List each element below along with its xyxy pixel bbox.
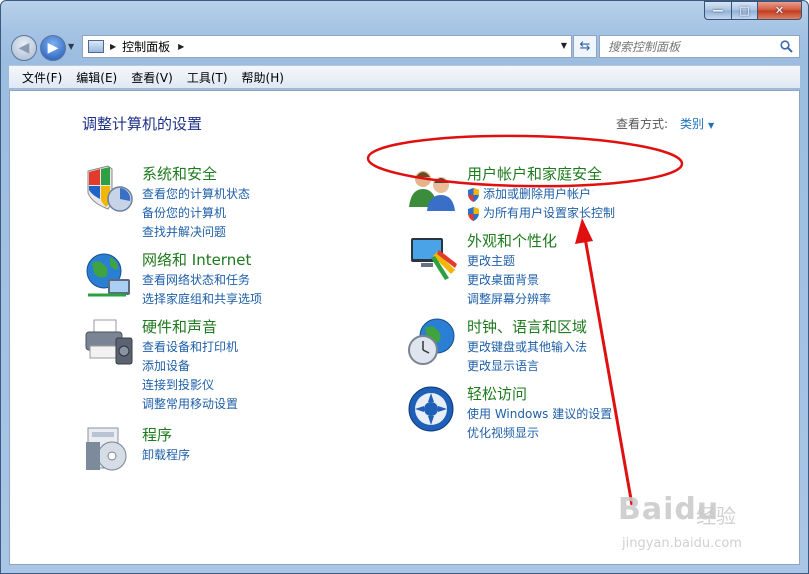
back-arrow-icon: ◀: [18, 40, 30, 56]
search-icon[interactable]: [780, 40, 793, 53]
link-change-desktop-background[interactable]: 更改桌面背景: [467, 271, 551, 290]
watermark-text: 经验: [696, 504, 736, 528]
control-panel-window: — □ ✕ ◀ ▶ ▼ ▶ 控制面板 ▶ ▼ ⇆ 文件(F) 编辑(E) 查看(…: [0, 0, 809, 574]
link-change-input-method[interactable]: 更改键盘或其他输入法: [467, 338, 587, 357]
address-dropdown-icon[interactable]: ▼: [561, 41, 567, 50]
network-icon[interactable]: [82, 249, 134, 301]
breadcrumb-separator-icon[interactable]: ▶: [110, 42, 116, 51]
appearance-icon[interactable]: [407, 230, 459, 282]
users-icon[interactable]: [407, 163, 459, 215]
refresh-icon: ⇆: [579, 39, 591, 54]
link-connect-projector[interactable]: 连接到投影仪: [142, 376, 238, 395]
category-title-system-security[interactable]: 系统和安全: [142, 163, 217, 184]
programs-icon[interactable]: [82, 424, 134, 476]
category-title-programs[interactable]: 程序: [142, 424, 172, 445]
menu-tools[interactable]: 工具(T): [180, 69, 235, 86]
menu-help[interactable]: 帮助(H): [235, 69, 291, 86]
category-title-ease-of-access[interactable]: 轻松访问: [467, 383, 527, 404]
link-add-remove-accounts-label[interactable]: 添加或删除用户帐户: [483, 187, 591, 201]
printer-icon[interactable]: [82, 316, 134, 368]
link-troubleshoot[interactable]: 查找并解决问题: [142, 223, 250, 242]
control-panel-icon: [88, 40, 104, 53]
forward-button[interactable]: ▶: [40, 35, 66, 61]
forward-arrow-icon: ▶: [47, 40, 59, 56]
link-devices-printers[interactable]: 查看设备和打印机: [142, 338, 238, 357]
category-title-appearance[interactable]: 外观和个性化: [467, 230, 557, 251]
baidu-watermark: Baidu 经验 jingyan.baidu.com: [618, 492, 768, 562]
menu-bar: 文件(F) 编辑(E) 查看(V) 工具(T) 帮助(H): [9, 65, 800, 89]
category-links: 添加或删除用户帐户 为所有用户设置家长控制: [467, 185, 615, 223]
navigation-row: ◀ ▶ ▼ ▶ 控制面板 ▶ ▼ ⇆: [9, 32, 800, 62]
category-clock-language-region: 时钟、语言和区域 更改键盘或其他输入法 更改显示语言: [407, 316, 667, 376]
view-by-label: 查看方式:: [616, 117, 669, 131]
view-by-value[interactable]: 类别: [680, 117, 704, 131]
system-security-icon[interactable]: [82, 163, 134, 215]
category-ease-of-access: 轻松访问 使用 Windows 建议的设置 优化视频显示: [407, 383, 667, 443]
menu-file[interactable]: 文件(F): [15, 69, 69, 86]
clock-globe-icon[interactable]: [407, 316, 459, 368]
minimize-button[interactable]: —: [704, 1, 731, 20]
category-system-security: 系统和安全 查看您的计算机状态 备份您的计算机 查找并解决问题: [82, 163, 342, 243]
link-network-status[interactable]: 查看网络状态和任务: [142, 271, 262, 290]
search-input[interactable]: [608, 39, 768, 54]
category-title-hardware-sound[interactable]: 硬件和声音: [142, 316, 217, 337]
refresh-button[interactable]: ⇆: [573, 35, 597, 58]
link-homegroup-sharing[interactable]: 选择家庭组和共享选项: [142, 290, 262, 309]
link-adjust-resolution[interactable]: 调整屏幕分辨率: [467, 290, 551, 309]
link-parental-controls-label[interactable]: 为所有用户设置家长控制: [483, 206, 615, 220]
menu-view[interactable]: 查看(V): [124, 69, 180, 86]
uac-shield-icon: [468, 207, 479, 221]
category-links: 查看设备和打印机 添加设备 连接到投影仪 调整常用移动设置: [142, 338, 238, 414]
back-button[interactable]: ◀: [11, 35, 37, 61]
link-uninstall-program[interactable]: 卸载程序: [142, 446, 190, 465]
link-parental-controls[interactable]: 为所有用户设置家长控制: [467, 204, 615, 223]
menu-edit[interactable]: 编辑(E): [69, 69, 124, 86]
watermark-url: jingyan.baidu.com: [622, 536, 742, 551]
category-links: 更改键盘或其他输入法 更改显示语言: [467, 338, 587, 376]
link-view-computer-status[interactable]: 查看您的计算机状态: [142, 185, 250, 204]
link-add-device[interactable]: 添加设备: [142, 357, 238, 376]
link-optimize-video-display[interactable]: 优化视频显示: [467, 424, 612, 443]
minimize-icon: —: [712, 4, 724, 17]
link-mobility-settings[interactable]: 调整常用移动设置: [142, 395, 238, 414]
uac-shield-icon: [468, 188, 479, 202]
breadcrumb-chevron-icon[interactable]: ▶: [178, 42, 184, 51]
search-box[interactable]: [599, 35, 800, 58]
ease-of-access-icon[interactable]: [407, 383, 459, 435]
link-change-display-language[interactable]: 更改显示语言: [467, 357, 587, 376]
category-links: 卸载程序: [142, 446, 190, 465]
link-backup-computer[interactable]: 备份您的计算机: [142, 204, 250, 223]
category-hardware-sound: 硬件和声音 查看设备和打印机 添加设备 连接到投影仪 调整常用移动设置: [82, 316, 342, 416]
recent-pages-dropdown-icon[interactable]: ▼: [68, 42, 74, 51]
category-title-user-accounts[interactable]: 用户帐户和家庭安全: [467, 163, 602, 184]
page-title: 调整计算机的设置: [82, 115, 203, 133]
category-links: 更改主题 更改桌面背景 调整屏幕分辨率: [467, 252, 551, 309]
category-title-clock-language-region[interactable]: 时钟、语言和区域: [467, 316, 587, 337]
breadcrumb-control-panel[interactable]: 控制面板: [122, 38, 170, 55]
close-button[interactable]: ✕: [757, 1, 802, 20]
category-links: 查看您的计算机状态 备份您的计算机 查找并解决问题: [142, 185, 250, 242]
category-title-network-internet[interactable]: 网络和 Internet: [142, 249, 251, 270]
caption-buttons: — □ ✕: [704, 1, 802, 21]
link-change-theme[interactable]: 更改主题: [467, 252, 551, 271]
category-network-internet: 网络和 Internet 查看网络状态和任务 选择家庭组和共享选项: [82, 249, 342, 309]
link-add-remove-accounts[interactable]: 添加或删除用户帐户: [467, 185, 615, 204]
close-icon: ✕: [774, 4, 785, 17]
address-bar[interactable]: ▶ 控制面板 ▶ ▼: [82, 35, 572, 58]
category-programs: 程序 卸载程序: [82, 424, 342, 474]
maximize-button[interactable]: □: [731, 1, 757, 20]
category-links: 查看网络状态和任务 选择家庭组和共享选项: [142, 271, 262, 309]
category-links: 使用 Windows 建议的设置 优化视频显示: [467, 405, 612, 443]
view-by-select[interactable]: 类别 ▼: [680, 115, 714, 132]
maximize-icon: □: [739, 4, 750, 17]
link-windows-recommended-settings[interactable]: 使用 Windows 建议的设置: [467, 405, 612, 424]
category-user-accounts: 用户帐户和家庭安全 添加或删除用户帐户 为所有用户设置家长控制: [407, 163, 667, 223]
category-appearance: 外观和个性化 更改主题 更改桌面背景 调整屏幕分辨率: [407, 230, 667, 310]
chevron-down-icon[interactable]: ▼: [708, 121, 714, 130]
